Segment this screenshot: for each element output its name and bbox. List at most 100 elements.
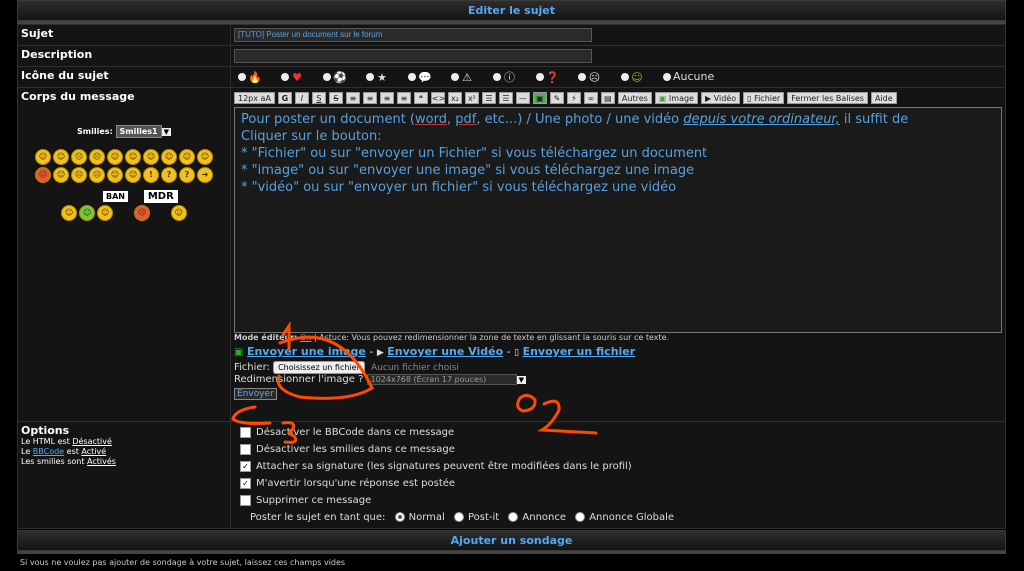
code-icon[interactable]: <>	[430, 91, 445, 104]
smilies-panel: Smilies: Smilies1 ▼ ☺ ☺ ☹ ☹ ☺ ☺ ☺ ☺ ☺ ☺ ☹ ☺ ☹ ☹ ☺ ☺!?? ➜…	[21, 125, 227, 222]
quote-icon[interactable]: ❝	[413, 91, 428, 104]
notify-reply-checkbox[interactable]: ✓	[240, 477, 251, 489]
font-size-button[interactable]: 12px aA	[234, 91, 275, 104]
underline-button[interactable]: S	[311, 91, 326, 104]
image-button[interactable]: ▣ Image	[654, 91, 698, 104]
delete-message-checkbox[interactable]	[240, 494, 251, 506]
speech-icon: 💬	[418, 70, 432, 84]
smiley-icon[interactable]: ☺	[107, 149, 123, 165]
type-normal-radio[interactable]	[394, 512, 405, 522]
subscript-icon[interactable]: x₂	[447, 91, 462, 104]
smiley-icon[interactable]: !	[143, 167, 159, 183]
icon-label: Icône du sujet	[17, 66, 231, 88]
smiley-icon[interactable]: ☺	[125, 167, 141, 183]
chevron-down-icon[interactable]: ▼	[516, 376, 526, 384]
smiley-icon[interactable]: ☹	[89, 149, 105, 165]
send-button[interactable]: Envoyer	[234, 388, 277, 400]
message-body-cell: Corps du message Smilies: Smilies1 ▼ ☺ ☺ ☹ ☹…	[17, 87, 231, 422]
autres-button[interactable]: Autres	[617, 91, 652, 104]
justify-icon[interactable]: ≡	[396, 91, 411, 104]
smiley-icon[interactable]: ☺	[161, 149, 177, 165]
align-right-icon[interactable]: ≡	[379, 91, 394, 104]
type-annonce-radio[interactable]	[508, 512, 519, 522]
smiley-icon[interactable]: ☺	[53, 167, 69, 183]
smiley-icon[interactable]: ☺	[97, 205, 114, 221]
fire-icon: 🔥	[248, 70, 262, 84]
smiley-icon[interactable]: ☹	[134, 205, 150, 221]
icon-radio[interactable]	[535, 73, 544, 81]
message-textarea[interactable]	[234, 107, 1002, 333]
icon-radio[interactable]	[620, 73, 629, 81]
send-file-link[interactable]: Envoyer un fichier	[523, 345, 636, 358]
html-state-link[interactable]: Désactivé	[72, 437, 112, 446]
disable-bbcode-checkbox[interactable]	[240, 426, 251, 438]
smiley-icon[interactable]: ☺	[170, 205, 187, 221]
smiley-icon[interactable]: ☺	[197, 149, 213, 165]
smiley-icon[interactable]: ?	[161, 167, 177, 183]
smiley-icon[interactable]: ☹	[71, 149, 87, 165]
smiley-icon[interactable]: ☹	[71, 167, 87, 183]
table-icon[interactable]: ▤	[600, 91, 615, 104]
bold-button[interactable]: G	[277, 91, 292, 104]
icon-radio[interactable]	[493, 73, 501, 81]
icon-radio[interactable]	[365, 73, 374, 81]
send-image-link[interactable]: Envoyer une image	[247, 345, 366, 358]
description-input[interactable]	[234, 49, 592, 63]
close-tags-button[interactable]: Fermer les Balises	[787, 91, 868, 104]
align-center-icon[interactable]: ≡	[362, 91, 377, 104]
editor-toolbar: 12px aA G I S S ≡ ≡ ≡ ≡ ❝ <> x₂ x² ☰ ☰ —	[234, 90, 1002, 105]
smiley-icon[interactable]: ☺	[125, 149, 141, 165]
bbcode-state-link[interactable]: Activé	[81, 447, 106, 456]
file-button[interactable]: ▯ Fichier	[743, 91, 785, 104]
smiley-icon[interactable]: ☺	[143, 149, 159, 165]
description-label: Description	[17, 45, 231, 67]
smiley-icon[interactable]: ☺	[107, 167, 123, 183]
smilies-state-link[interactable]: Activés	[87, 457, 116, 466]
disable-smilies-checkbox[interactable]	[240, 443, 251, 455]
warning-icon: ⚠	[462, 70, 472, 84]
type-postit-radio[interactable]	[453, 512, 464, 522]
superscript-icon[interactable]: x²	[464, 91, 479, 104]
italic-button[interactable]: I	[294, 91, 309, 104]
choose-file-button[interactable]: Choisissez un fichier	[273, 361, 365, 374]
upload-links: ▣ Envoyer une image - ▶ Envoyer une Vidé…	[234, 345, 636, 358]
attach-signature-checkbox[interactable]: ✓	[240, 460, 251, 472]
icon-radio[interactable]	[323, 73, 331, 81]
smilies-select[interactable]: Smilies1	[115, 125, 162, 138]
flash-icon[interactable]: ⚡	[566, 91, 581, 104]
bbcode-link[interactable]: BBCode	[33, 447, 64, 456]
mode-on-link[interactable]: On	[300, 333, 311, 342]
icon-radio[interactable]	[238, 73, 246, 81]
link-icon[interactable]: ∞	[583, 91, 598, 104]
help-button[interactable]: Aide	[870, 91, 897, 104]
icon-radio[interactable]	[408, 73, 416, 81]
video-button[interactable]: ▶ Vidéo	[700, 91, 741, 104]
smiley-icon[interactable]: ☹	[35, 167, 51, 183]
icon-radio[interactable]	[578, 73, 586, 81]
hr-icon[interactable]: —	[515, 91, 530, 104]
align-left-icon[interactable]: ≡	[345, 91, 360, 104]
smiley-icon[interactable]: ☺	[79, 205, 96, 221]
color-icon[interactable]: ✎	[549, 91, 564, 104]
image-icon[interactable]: ▣	[532, 91, 547, 104]
subject-input[interactable]	[234, 28, 592, 42]
list-icon[interactable]: ☰	[481, 91, 496, 104]
type-global-radio[interactable]	[575, 512, 586, 522]
ban-sign[interactable]: BAN	[103, 191, 128, 202]
smiley-icon[interactable]: ?	[179, 167, 195, 183]
smiley-icon[interactable]: ☺	[179, 149, 195, 165]
icon-radio[interactable]	[280, 73, 289, 81]
icon-radio[interactable]	[450, 73, 459, 81]
smiley-icon[interactable]: ☺	[53, 149, 69, 165]
send-video-link[interactable]: Envoyer une Vidéo	[387, 345, 503, 358]
smiley-icon[interactable]: ☹	[89, 167, 105, 183]
numbered-list-icon[interactable]: ☰	[498, 91, 513, 104]
icon-radio[interactable]	[663, 73, 671, 81]
strike-button[interactable]: S	[328, 91, 343, 104]
smiley-icon[interactable]: ☺	[61, 205, 78, 221]
resize-select[interactable]: 1024x768 (Écran 17 pouces)	[366, 374, 517, 385]
smiley-icon[interactable]: ☺	[35, 149, 51, 165]
chevron-down-icon[interactable]: ▼	[161, 128, 171, 136]
mdr-sign[interactable]: MDR	[143, 190, 178, 203]
smiley-icon[interactable]: ➜	[197, 167, 213, 183]
